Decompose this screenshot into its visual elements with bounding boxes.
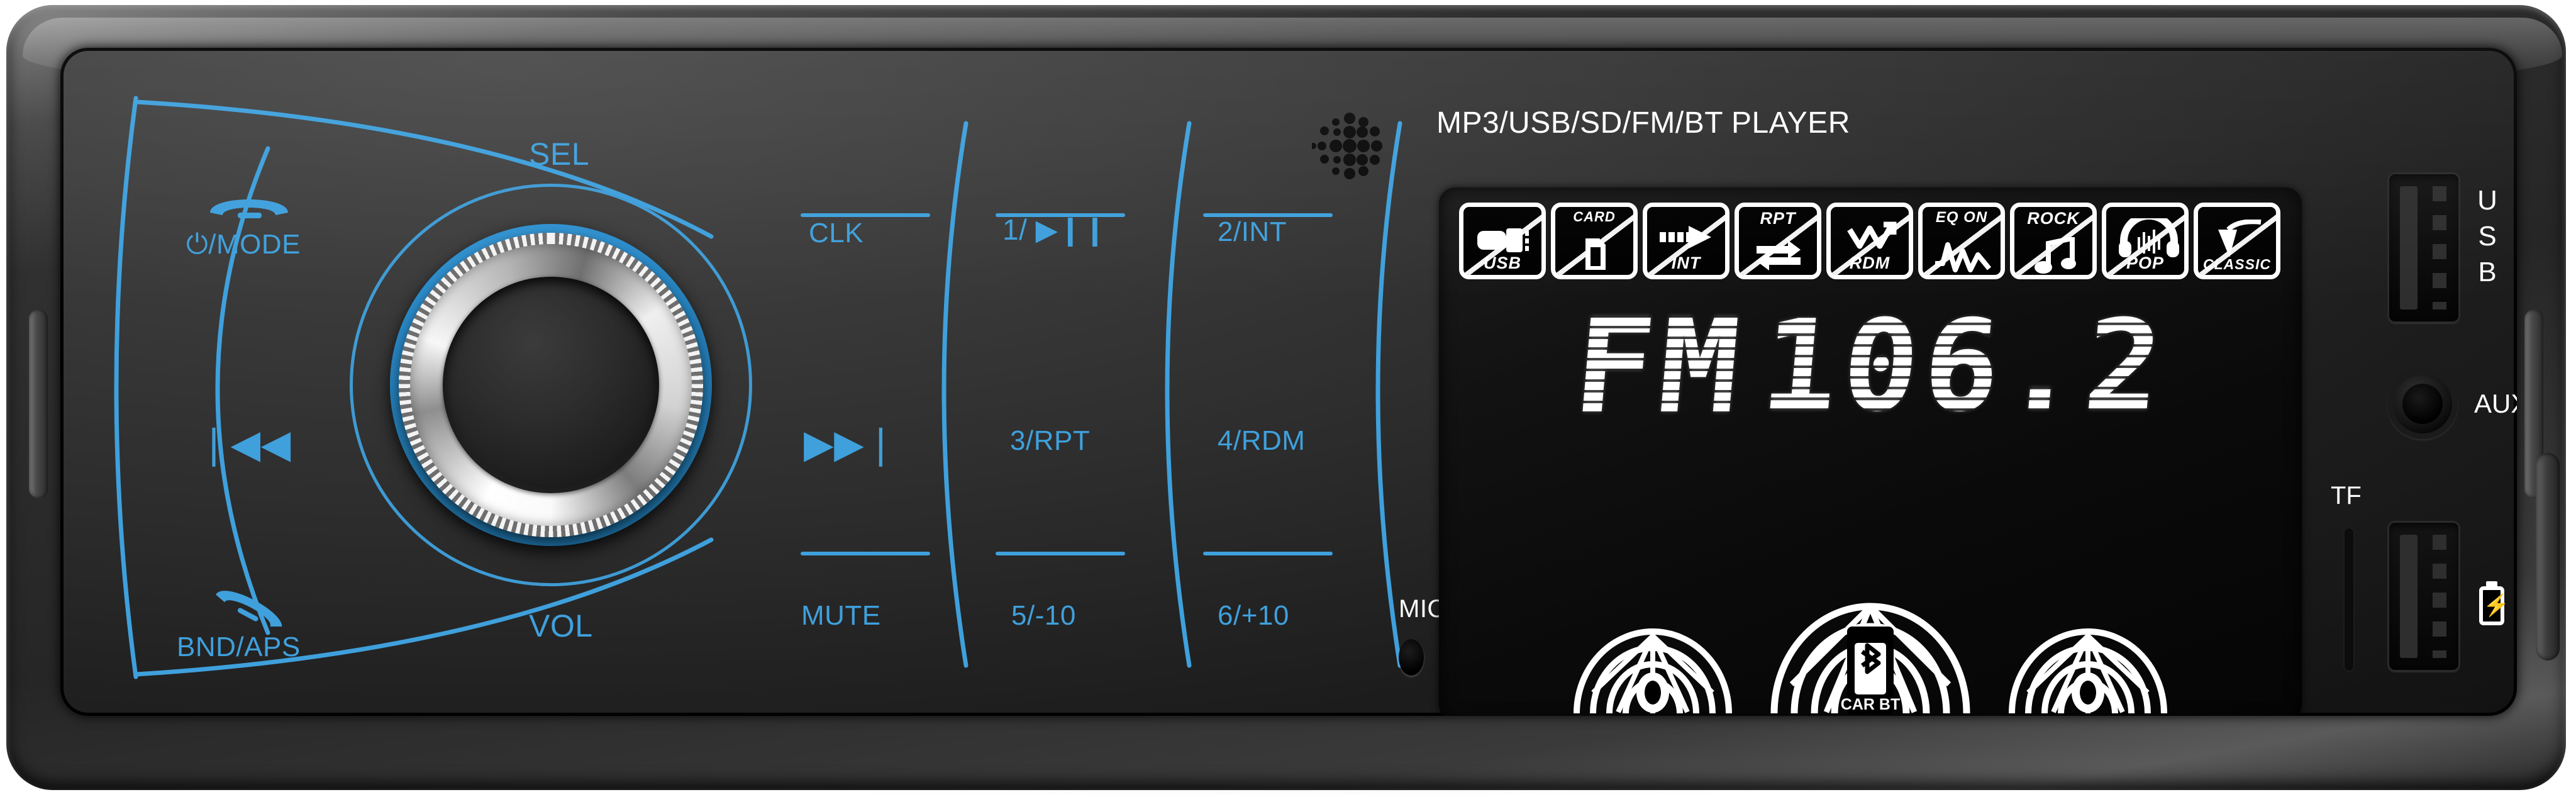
lcd-indicator-rdm: RDM: [1826, 203, 1913, 279]
clock-button[interactable]: CLK: [809, 218, 863, 249]
faceplate: SEL VOL ⏻/MODE ❘◀◀ BND/APS ▶▶❘ CLK MUTE …: [60, 48, 2517, 716]
mute-button[interactable]: MUTE: [801, 600, 881, 632]
lcd-indicator-rock: ROCK: [2010, 203, 2097, 279]
usb-port-top-tongue: [2400, 186, 2418, 309]
lcd-indicator-card: CARD: [1551, 203, 1638, 279]
lcd-indicator-usb: USB: [1459, 203, 1546, 279]
lcd-indicator-rpt-label: RPT: [1760, 209, 1796, 228]
lcd-band-text: FM: [1567, 289, 1751, 443]
lcd-indicator-eq-on: EQ ON: [1918, 203, 2005, 279]
aux-jack[interactable]: [2387, 369, 2458, 439]
brand-model-text: MP3/USB/SD/FM/BT PLAYER: [1436, 106, 1850, 140]
lcd-frequency-text: 106.2: [1756, 293, 2173, 440]
speaker-dot-grid-icon: [1312, 113, 1382, 179]
chassis-side-notch-left: [29, 309, 48, 498]
knob-label-vol: VOL: [529, 608, 593, 644]
usb-port-top-pins: [2433, 186, 2446, 309]
preset-1-play-pause-button[interactable]: 1/ ▶❙❙: [1002, 213, 1108, 247]
usb-port-bottom[interactable]: [2387, 521, 2460, 672]
lcd-indicator-usb-label: USB: [1483, 254, 1521, 272]
aux-label: AUX: [2474, 389, 2517, 418]
preset-3-repeat-button[interactable]: 3/RPT: [1010, 425, 1090, 457]
battery-charging-icon: ⚡: [2479, 586, 2510, 625]
volume-select-knob[interactable]: [350, 184, 752, 586]
tf-card-slot[interactable]: [2343, 527, 2355, 672]
lcd-indicator-row: USB CARD INT RPT RDM EQ ON ROCK POP CLAS…: [1459, 203, 2283, 282]
usb-port-top-label: U S B: [2473, 182, 2502, 291]
lcd-indicator-rdm-label: RDM: [1849, 254, 1890, 272]
car-stereo-screenshot: SEL VOL ⏻/MODE ❘◀◀ BND/APS ▶▶❘ CLK MUTE …: [0, 0, 2576, 797]
knob-face: [443, 277, 659, 493]
lcd-indicator-pop: POP: [2102, 203, 2189, 279]
knob-label-sel: SEL: [529, 137, 590, 172]
usb-letter-u: U: [2477, 185, 2497, 216]
preset-6-plus10-button[interactable]: 6/+10: [1218, 600, 1289, 632]
lcd-visualizer-center-bluetooth: CAR BT: [1770, 603, 1970, 715]
lcd-indicator-eq-on-label: EQ ON: [1935, 209, 1988, 226]
phone-answer-icon: [210, 199, 288, 218]
usb-port-top[interactable]: [2387, 172, 2460, 323]
previous-track-button[interactable]: ❘◀◀: [197, 425, 291, 464]
lcd-indicator-rpt: RPT: [1735, 203, 1821, 279]
lcd-frequency-readout: FM 106.2: [1439, 289, 2302, 443]
lcd-bluetooth-label: CAR BT: [1841, 696, 1900, 713]
lcd-indicator-classic: CLASSIC: [2194, 203, 2280, 279]
tf-label: TF: [2331, 482, 2362, 510]
usb-letter-s: S: [2478, 221, 2497, 252]
charging-bolt-glyph: ⚡: [2483, 593, 2510, 618]
preset-4-random-button[interactable]: 4/RDM: [1218, 425, 1305, 457]
usb-port-bottom-tongue: [2400, 535, 2418, 658]
lcd-visualizer-right: [2009, 628, 2167, 714]
mic-hole: [1399, 639, 1424, 676]
lcd-indicator-int: INT: [1643, 203, 1729, 279]
lcd-indicator-int-label: INT: [1671, 254, 1701, 272]
band-aps-button[interactable]: BND/APS: [177, 632, 301, 663]
lcd-indicator-pop-label: POP: [2126, 254, 2165, 272]
usb-letter-b: B: [2478, 257, 2497, 288]
power-mode-button[interactable]: ⏻/MODE: [186, 229, 301, 260]
lcd-visualizer-group: CAR BT: [1439, 507, 2302, 715]
lcd-display: USB CARD INT RPT RDM EQ ON ROCK POP CLAS…: [1439, 187, 2302, 716]
chassis-side-pill-right: [2536, 453, 2560, 660]
preset-5-minus10-button[interactable]: 5/-10: [1011, 600, 1076, 632]
next-track-button[interactable]: ▶▶❘: [804, 425, 897, 464]
phone-hangup-icon: [216, 591, 282, 627]
lcd-visualizer-left: [1574, 628, 1732, 714]
lcd-indicator-rock-label: ROCK: [2027, 209, 2080, 228]
lcd-indicator-classic-label: CLASSIC: [2203, 256, 2271, 272]
lcd-indicator-card-label: CARD: [1573, 209, 1616, 225]
usb-port-bottom-pins: [2433, 535, 2446, 658]
preset-2-intro-button[interactable]: 2/INT: [1218, 216, 1287, 248]
